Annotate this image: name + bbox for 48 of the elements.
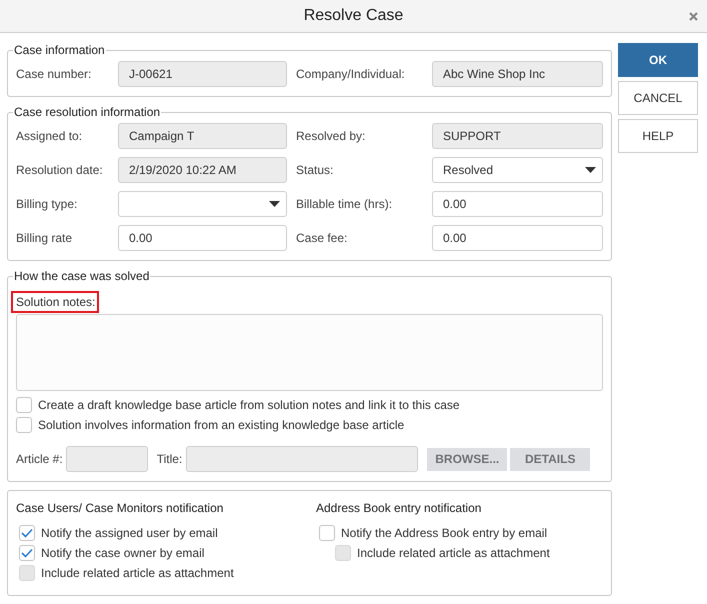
input-field[interactable]: 0.00: [118, 225, 287, 251]
field-label: Title:: [156, 452, 182, 466]
dialog-button[interactable]: HELP: [618, 119, 698, 153]
dropdown[interactable]: Resolved: [432, 157, 603, 183]
dialog-button[interactable]: CANCEL: [618, 81, 698, 115]
read-only-field: 2/19/2020 10:22 AM: [118, 157, 287, 183]
field-label: Assigned to:: [16, 129, 84, 143]
dropdown[interactable]: [118, 191, 287, 217]
checkbox-label: Notify the Address Book entry by email: [341, 526, 548, 540]
close-icon[interactable]: [689, 12, 698, 21]
checkbox[interactable]: [19, 545, 35, 561]
group-heading: Address Book entry notification: [316, 501, 482, 515]
window-title: Resolve Case: [304, 7, 404, 25]
field-label: Billable time (hrs):: [295, 197, 394, 211]
field-label: Billing type:: [16, 197, 78, 211]
section-legend: Case information: [13, 43, 106, 57]
checkbox[interactable]: [16, 397, 32, 413]
field-label: Resolved by:: [295, 129, 366, 143]
field-label: Billing rate: [16, 231, 74, 245]
field-label: Resolution date:: [16, 163, 104, 177]
field-label: Case number:: [16, 67, 92, 81]
checkbox[interactable]: [19, 525, 35, 541]
input-field[interactable]: 0.00: [432, 225, 603, 251]
checkbox-label: Include related article as attachment: [357, 546, 550, 560]
read-only-field: Campaign T: [118, 123, 287, 149]
notes-label: Solution notes:: [11, 291, 100, 313]
notes-field[interactable]: [16, 314, 603, 391]
field-label: Status:: [295, 163, 334, 177]
field-label: Case fee:: [295, 231, 348, 245]
checkbox-label: Notify the case owner by email: [41, 546, 204, 560]
field-label: Company/Individual:: [295, 67, 406, 81]
section-legend: Case resolution information: [13, 105, 162, 119]
checkbox[interactable]: [319, 525, 335, 541]
read-only-field: J-00621: [118, 61, 287, 87]
checkbox-label: Include related article as attachment: [41, 566, 234, 580]
dialog-button[interactable]: OK: [618, 43, 698, 77]
checkbox-label: Create a draft knowledge base article from solution notes and link it to this case: [38, 398, 460, 412]
group-heading: Case Users/ Case Monitors notification: [16, 501, 224, 515]
read-only-field: SUPPORT: [432, 123, 603, 149]
read-only-field: Abc Wine Shop Inc: [432, 61, 603, 87]
checkbox[interactable]: [16, 417, 32, 433]
checkbox-label: Notify the assigned user by email: [41, 526, 218, 540]
section-legend: How the case was solved: [13, 269, 150, 283]
checkbox-label: Solution involves information from an existing knowledge base article: [38, 418, 404, 432]
caret-icon: [269, 201, 280, 207]
input-field[interactable]: 0.00: [432, 191, 603, 217]
caret-icon: [585, 167, 596, 173]
field-label: Article #:: [16, 452, 63, 466]
